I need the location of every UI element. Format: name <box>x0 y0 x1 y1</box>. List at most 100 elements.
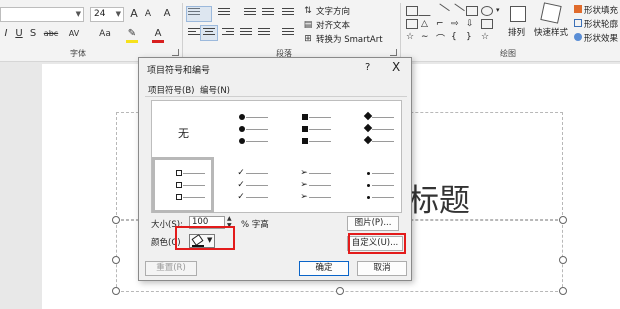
resize-handle[interactable] <box>559 216 567 224</box>
highlight-icon[interactable]: ✎ <box>126 27 138 41</box>
bullet-line <box>372 129 394 130</box>
diamond-icon <box>363 123 373 133</box>
strikethrough-button[interactable]: abc <box>42 27 60 41</box>
dialog-launcher-icon[interactable] <box>390 49 397 56</box>
hollow-square-icon <box>176 170 182 176</box>
bullet-line <box>183 173 205 174</box>
star-shape-icon[interactable]: ☆ <box>406 32 418 42</box>
arrow-down-shape-icon[interactable]: ⇩ <box>466 19 478 29</box>
italic-button[interactable]: I <box>2 27 10 41</box>
shape-effects-button[interactable]: 形状效果 <box>584 32 618 44</box>
arrow-shape-icon[interactable] <box>449 3 465 19</box>
shrink-font-icon[interactable]: A <box>142 7 154 21</box>
oval-shape-icon[interactable] <box>481 6 493 16</box>
picture-button[interactable]: 图片(P)... <box>347 216 399 231</box>
decrease-indent-icon[interactable] <box>244 8 256 19</box>
shadow-button[interactable]: S <box>28 27 38 41</box>
char-spacing-button[interactable]: AV <box>66 27 82 41</box>
bullet-option-small-dot[interactable] <box>341 157 403 213</box>
rectangle-shape-icon[interactable] <box>466 6 478 16</box>
bullets-button[interactable] <box>186 6 212 22</box>
slide-title-text[interactable]: 标题 <box>408 175 470 220</box>
font-name-combo[interactable]: ▼ <box>0 7 84 22</box>
bullet-option-none[interactable]: 无 <box>152 101 214 157</box>
size-up-icon[interactable]: ▲ <box>227 216 232 222</box>
align-right-icon[interactable] <box>222 28 234 39</box>
reset-button[interactable]: 重置(R) <box>145 261 197 276</box>
align-text-button[interactable]: 对齐文本 <box>316 19 350 31</box>
text-direction-button[interactable]: 文字方向 <box>316 5 350 17</box>
bullet-line <box>309 173 331 174</box>
brace-shape-icon[interactable]: } <box>466 32 478 42</box>
resize-handle[interactable] <box>336 287 344 295</box>
bullet-gallery: 无 ✓ ✓ ✓ ➢ ➢ ➢ <box>151 100 402 213</box>
distribute-icon[interactable] <box>258 28 270 39</box>
resize-handle[interactable] <box>112 256 120 264</box>
bullet-option-hollow-square[interactable] <box>152 157 214 213</box>
close-button[interactable]: X <box>392 60 400 74</box>
resize-handle[interactable] <box>112 216 120 224</box>
curve-shape-icon[interactable]: ∼ <box>421 32 433 42</box>
arrange-button[interactable]: 排列 <box>508 26 525 38</box>
justify-icon[interactable] <box>240 28 252 39</box>
font-size-combo[interactable]: 24 ▼ <box>90 7 124 22</box>
outline-pen-icon <box>574 19 582 27</box>
help-button[interactable]: ? <box>365 62 370 73</box>
small-dot-icon <box>367 196 370 199</box>
smartart-button[interactable]: 转换为 SmartArt <box>316 33 383 45</box>
line-spacing-icon[interactable] <box>282 8 294 19</box>
resize-handle[interactable] <box>559 287 567 295</box>
dialog-launcher-icon[interactable] <box>172 49 179 56</box>
columns-icon[interactable] <box>282 28 294 39</box>
underline-button[interactable]: U <box>14 27 24 41</box>
bullet-line <box>372 197 394 198</box>
bend-arrow-shape-icon[interactable]: ⌐ <box>436 19 448 29</box>
bullet-line <box>309 117 331 118</box>
quick-styles-button[interactable]: 快速样式 <box>534 26 568 38</box>
checkmark-icon: ✓ <box>237 192 245 202</box>
triangle-shape-icon[interactable]: △ <box>421 19 433 29</box>
dialog-title: 项目符号和编号 <box>147 66 211 76</box>
bullet-option-filled-circle[interactable] <box>215 101 277 157</box>
line-shape-icon[interactable] <box>434 3 450 19</box>
font-color-button[interactable]: A <box>152 27 164 41</box>
brace-shape-icon[interactable]: { <box>451 32 463 42</box>
cancel-button[interactable]: 取消 <box>357 261 407 276</box>
arrow-bullet-icon: ➢ <box>300 168 308 178</box>
bullet-line <box>372 173 394 174</box>
bullet-line <box>246 197 268 198</box>
resize-handle[interactable] <box>112 287 120 295</box>
ok-button[interactable]: 确定 <box>299 261 349 276</box>
bullet-option-diamond[interactable] <box>341 101 403 157</box>
bullet-option-filled-square[interactable] <box>278 101 340 157</box>
shape-outline-button[interactable]: 形状轮廓 <box>584 18 618 30</box>
gallery-more-icon[interactable]: ▾ <box>496 6 500 14</box>
arrange-icon <box>510 6 526 22</box>
group-separator <box>182 3 183 57</box>
group-separator <box>400 3 401 57</box>
bullet-line <box>246 173 268 174</box>
bullet-option-checkmark[interactable]: ✓ ✓ ✓ <box>215 157 277 213</box>
resize-handle[interactable] <box>559 256 567 264</box>
filled-circle-icon <box>239 138 245 144</box>
change-case-button[interactable]: Aa <box>96 27 114 41</box>
tab-numbered[interactable]: 编号(N) <box>200 84 230 96</box>
font-size-value: 24 <box>94 9 106 19</box>
align-left-icon[interactable] <box>188 28 200 39</box>
star-shape-icon[interactable]: ☆ <box>481 32 493 42</box>
numbering-icon[interactable] <box>218 8 230 19</box>
increase-indent-icon[interactable] <box>262 8 274 19</box>
rectangle-shape-icon[interactable] <box>481 19 493 29</box>
arc-shape-icon[interactable]: ⌒ <box>436 32 448 45</box>
bullet-line <box>372 141 394 142</box>
align-text-icon: ▤ <box>303 20 313 30</box>
rectangle-shape-icon[interactable] <box>406 19 418 29</box>
grow-font-icon[interactable]: A <box>128 7 140 21</box>
clear-format-icon[interactable]: A <box>160 7 174 21</box>
quick-styles-icon <box>540 2 562 24</box>
shape-fill-button[interactable]: 形状填充 <box>584 4 618 16</box>
bullet-option-arrow[interactable]: ➢ ➢ ➢ <box>278 157 340 213</box>
arrow-right-shape-icon[interactable]: ⇨ <box>451 19 463 29</box>
rectangle-shape-icon[interactable] <box>406 6 418 16</box>
highlight-box <box>348 233 406 254</box>
